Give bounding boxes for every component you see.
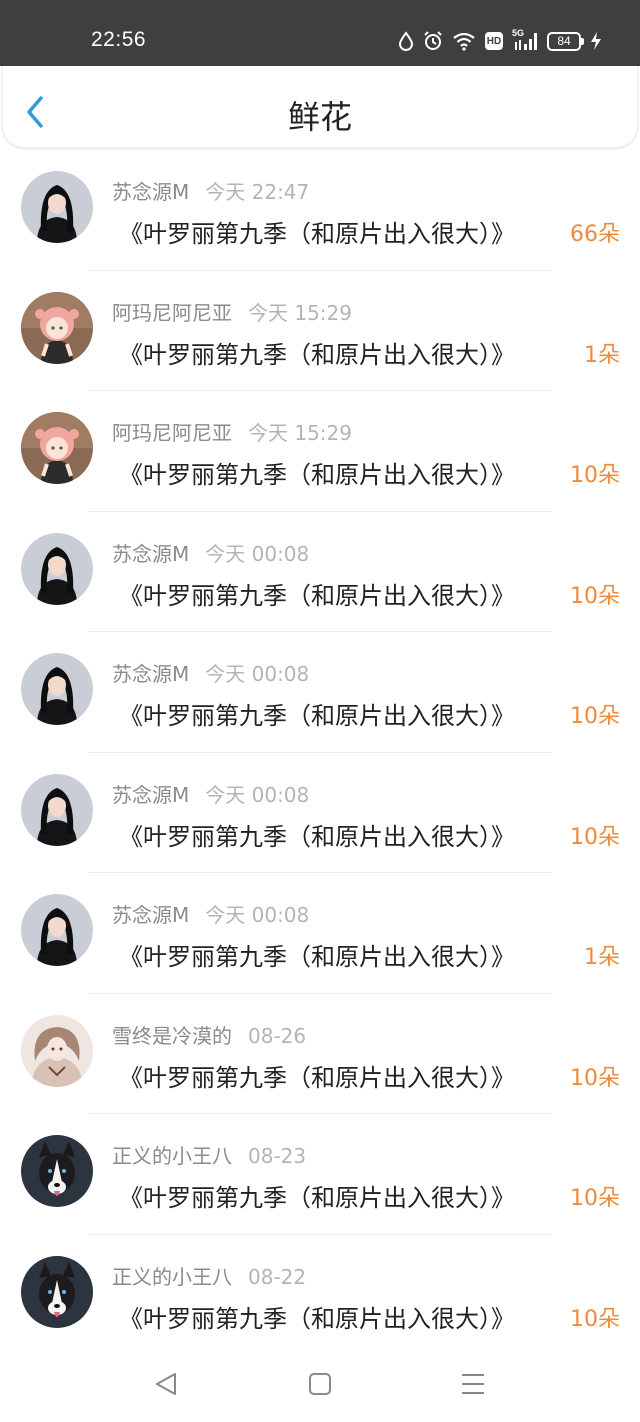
flower-count: 1朵 (584, 945, 620, 970)
sender: 苏念源M 今天 00:08 (112, 779, 309, 808)
flower-count: 10朵 (570, 824, 620, 850)
list-item[interactable]: 苏念源M 今天 00:08 《叶罗丽第九季（和原片出入很大）》 10朵 (0, 632, 640, 753)
sender: 阿玛尼阿尼亚 今天 15:29 (112, 297, 352, 326)
flower-count: 10朵 (570, 1065, 620, 1091)
timestamp: 今天 15:29 (248, 300, 352, 325)
message-text: 《叶罗丽第九季（和原片出入很大）》 (119, 1184, 515, 1212)
sender: 苏念源M 今天 00:08 (112, 538, 309, 567)
avatar[interactable] (21, 1255, 93, 1328)
timestamp: 今天 00:08 (205, 782, 310, 807)
sender-name: 苏念源M (112, 180, 190, 204)
message-text: 《叶罗丽第九季（和原片出入很大）》 (119, 220, 515, 248)
header: 鲜花 (2, 66, 638, 148)
sender: 苏念源M 今天 00:08 (112, 899, 309, 928)
menu-lines-icon (462, 1374, 484, 1394)
sender: 正义的小王八 08-22 (112, 1261, 306, 1290)
system-nav-bar (0, 1350, 640, 1422)
flower-count: 10朵 (570, 1306, 620, 1332)
alarm-icon (423, 31, 443, 51)
list-item[interactable]: 苏念源M 今天 00:08 《叶罗丽第九季（和原片出入很大）》 1朵 (0, 873, 640, 994)
timestamp: 08-23 (248, 1144, 307, 1168)
list-item[interactable]: 苏念源M 今天 22:47 《叶罗丽第九季（和原片出入很大）》 66朵 (0, 150, 640, 271)
network-label: 5G (512, 28, 525, 38)
list-item[interactable]: 阿玛尼阿尼亚 今天 15:29 《叶罗丽第九季（和原片出入很大）》 1朵 (0, 271, 640, 391)
avatar[interactable] (21, 171, 93, 243)
page-title: 鲜花 (287, 98, 352, 136)
sender-name: 正义的小王八 (112, 1264, 232, 1289)
message-text: 《叶罗丽第九季（和原片出入很大）》 (119, 581, 515, 610)
sender-name: 阿玛尼阿尼亚 (112, 421, 232, 445)
message-text: 《叶罗丽第九季（和原片出入很大）》 (119, 1304, 515, 1333)
list-item[interactable]: 苏念源M 今天 00:08 《叶罗丽第九季（和原片出入很大）》 10朵 (0, 512, 640, 632)
drop-icon (398, 31, 414, 51)
flower-count: 1朵 (584, 342, 620, 368)
flower-list: 苏念源M 今天 22:47 《叶罗丽第九季（和原片出入很大）》 66朵 阿玛尼阿尼… (0, 150, 640, 1355)
sender: 雪终是冷漠的 08-26 (112, 1020, 306, 1049)
status-bar: 22:56 HD 5G 84 (0, 0, 640, 66)
nav-menu-button[interactable] (457, 1368, 489, 1400)
wifi-icon (452, 31, 476, 51)
timestamp: 今天 22:47 (205, 180, 310, 204)
timestamp: 08-26 (248, 1023, 307, 1048)
message-text: 《叶罗丽第九季（和原片出入很大）》 (119, 1063, 515, 1092)
sender: 阿玛尼阿尼亚 今天 15:29 (112, 417, 352, 446)
sender-name: 苏念源M (112, 903, 190, 927)
sender-name: 苏念源M (112, 782, 190, 807)
status-time: 22:56 (91, 28, 147, 51)
hd-icon: HD (485, 32, 503, 50)
timestamp: 今天 00:08 (205, 662, 310, 686)
home-square-icon (309, 1373, 331, 1395)
flower-count: 66朵 (570, 222, 620, 247)
sender-name: 苏念源M (112, 541, 190, 566)
avatar[interactable] (21, 1014, 93, 1087)
back-triangle-icon (156, 1373, 176, 1395)
flower-count: 10朵 (570, 1186, 620, 1211)
list-item[interactable]: 雪终是冷漠的 08-26 《叶罗丽第九季（和原片出入很大）》 10朵 (0, 994, 640, 1114)
sender: 正义的小王八 08-23 (112, 1140, 306, 1169)
nav-home-button[interactable] (304, 1368, 336, 1400)
message-text: 《叶罗丽第九季（和原片出入很大）》 (119, 340, 515, 369)
signal-icon: 5G (512, 28, 538, 52)
nav-back-button[interactable] (151, 1368, 183, 1400)
avatar[interactable] (21, 1135, 93, 1207)
battery-icon: 84 (547, 31, 584, 51)
list-item[interactable]: 正义的小王八 08-23 《叶罗丽第九季（和原片出入很大）》 10朵 (0, 1114, 640, 1235)
avatar[interactable] (21, 412, 93, 484)
avatar[interactable] (21, 773, 93, 846)
sender-name: 正义的小王八 (112, 1144, 232, 1168)
message-text: 《叶罗丽第九季（和原片出入很大）》 (119, 702, 515, 730)
avatar[interactable] (21, 532, 93, 605)
sender-name: 苏念源M (112, 662, 190, 686)
sender-name: 雪终是冷漠的 (112, 1023, 232, 1048)
avatar[interactable] (21, 653, 93, 725)
flower-count: 10朵 (570, 583, 620, 609)
list-item[interactable]: 正义的小王八 08-22 《叶罗丽第九季（和原片出入很大）》 10朵 (0, 1235, 640, 1356)
sender-name: 阿玛尼阿尼亚 (112, 300, 232, 325)
charging-icon (590, 31, 602, 51)
timestamp: 08-22 (248, 1264, 307, 1289)
flower-count: 10朵 (570, 463, 620, 488)
message-text: 《叶罗丽第九季（和原片出入很大）》 (119, 943, 515, 971)
flower-count: 10朵 (570, 704, 620, 729)
sender: 苏念源M 今天 00:08 (112, 658, 309, 687)
status-icons: HD 5G 84 (398, 28, 602, 54)
timestamp: 今天 00:08 (205, 541, 310, 566)
timestamp: 今天 00:08 (205, 903, 310, 927)
timestamp: 今天 15:29 (248, 421, 352, 445)
avatar[interactable] (21, 291, 93, 364)
list-item[interactable]: 苏念源M 今天 00:08 《叶罗丽第九季（和原片出入很大）》 10朵 (0, 753, 640, 873)
list-item[interactable]: 阿玛尼阿尼亚 今天 15:29 《叶罗丽第九季（和原片出入很大）》 10朵 (0, 391, 640, 512)
message-text: 《叶罗丽第九季（和原片出入很大）》 (119, 822, 515, 851)
avatar[interactable] (21, 894, 93, 966)
message-text: 《叶罗丽第九季（和原片出入很大）》 (119, 461, 515, 489)
sender: 苏念源M 今天 22:47 (112, 176, 309, 205)
